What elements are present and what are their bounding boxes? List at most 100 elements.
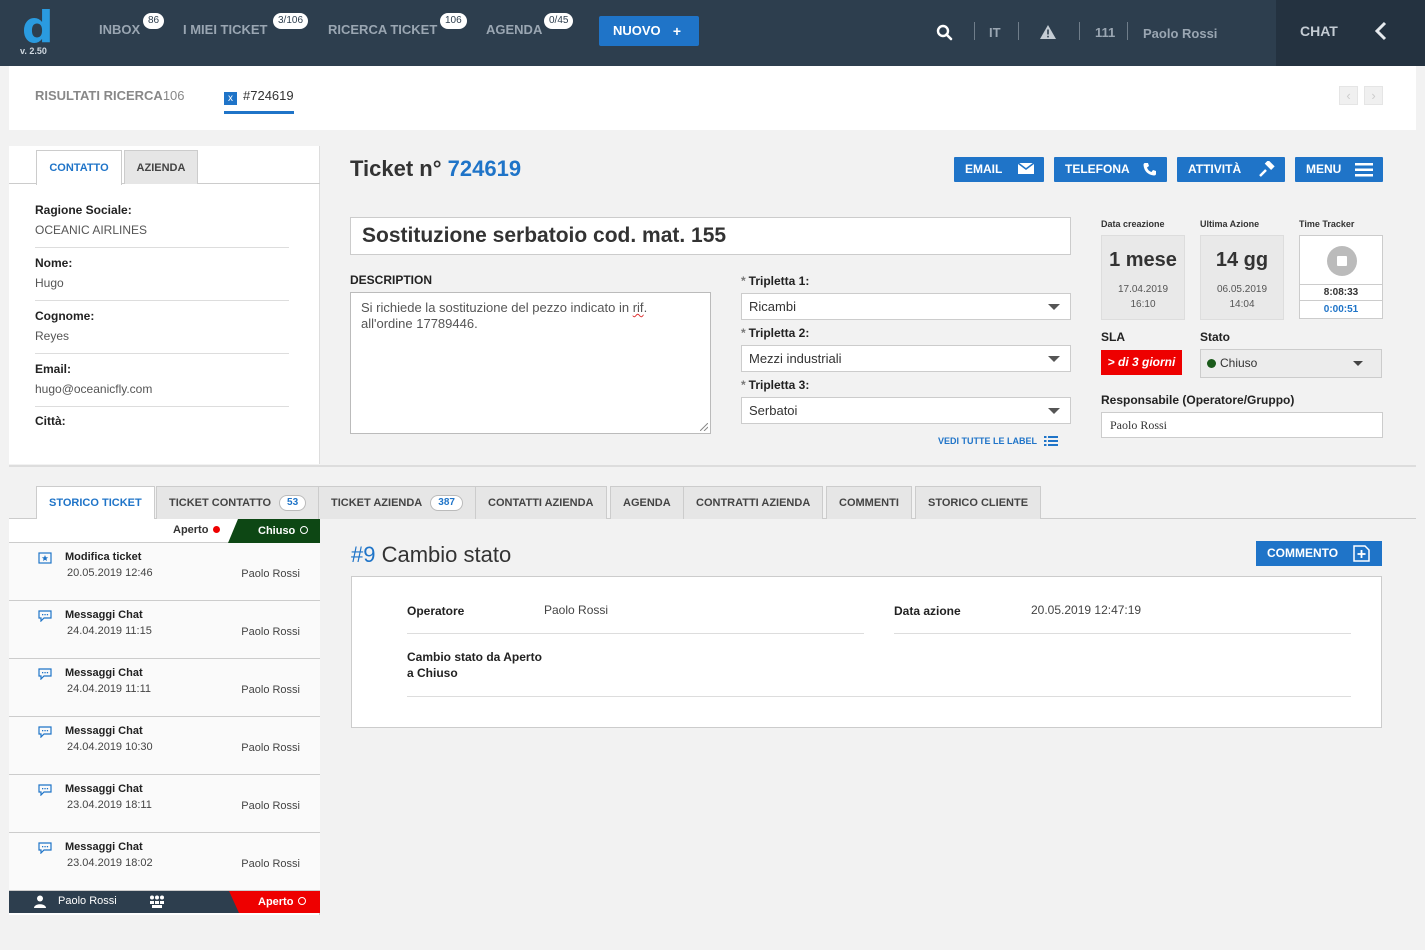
select-value: Serbatoi	[749, 403, 798, 418]
triplet-2-select[interactable]: Mezzi industriali	[741, 345, 1071, 372]
history-item[interactable]: Messaggi Chat 24.04.2019 11:15 Paolo Ros…	[9, 601, 320, 659]
topbar-divider	[1127, 22, 1128, 40]
resize-handle-icon[interactable]	[700, 423, 708, 431]
add-comment-button[interactable]: COMMENTO	[1256, 541, 1382, 566]
field-label: Ragione Sociale:	[35, 203, 132, 217]
history-list: Aperto Chiuso Modifica ticket 20.05.2019…	[9, 519, 320, 915]
description-text: Si richiede la sostituzione del pezzo in…	[361, 300, 633, 315]
subject-input[interactable]: Sostituzione serbatoio cod. mat. 155	[350, 217, 1071, 255]
history-date: 24.04.2019 10:30	[67, 741, 153, 753]
history-user: Paolo Rossi	[241, 858, 300, 870]
tab-contatti-azienda[interactable]: CONTATTI AZIENDA	[475, 486, 607, 519]
status-change-text: Cambio stato da Aperto a Chiuso	[407, 649, 542, 681]
status-select[interactable]: Chiuso	[1200, 349, 1382, 378]
required-mark: *	[741, 378, 746, 392]
chat-icon	[38, 842, 52, 854]
history-footer: Paolo Rossi Aperto	[9, 891, 320, 913]
required-mark: *	[741, 326, 746, 340]
tab-commenti[interactable]: COMMENTI	[826, 486, 912, 519]
phone-button[interactable]: TELEFONA	[1054, 157, 1167, 182]
new-button-label: NUOVO	[613, 23, 661, 38]
extension-number: 111	[1095, 25, 1116, 40]
new-button[interactable]: NUOVO +	[599, 16, 699, 46]
status-dot-icon	[1207, 359, 1216, 368]
history-item[interactable]: Messaggi Chat 24.04.2019 10:30 Paolo Ros…	[9, 717, 320, 775]
chevron-left-icon[interactable]	[1375, 21, 1387, 41]
tab-azienda[interactable]: AZIENDA	[124, 150, 198, 184]
warning-icon[interactable]	[1040, 25, 1056, 39]
footer-status: Aperto	[229, 891, 320, 913]
triplet-3-select[interactable]: Serbatoi	[741, 397, 1071, 424]
status-change-line1: Cambio stato da Aperto	[407, 650, 542, 664]
activity-button[interactable]: ATTIVITÀ	[1177, 157, 1285, 182]
field-city: Città:	[35, 414, 289, 444]
phone-icon	[1143, 162, 1157, 176]
history-item[interactable]: Messaggi Chat 23.04.2019 18:11 Paolo Ros…	[9, 775, 320, 833]
tab-label: TICKET AZIENDA	[331, 497, 423, 509]
contact-tabs: CONTATTO AZIENDA	[9, 146, 320, 185]
ticket-number: 724619	[447, 156, 522, 181]
history-title: Messaggi Chat	[65, 609, 143, 621]
history-title: Messaggi Chat	[65, 725, 143, 737]
topbar-divider	[1079, 22, 1080, 40]
menu-button[interactable]: MENU	[1295, 157, 1383, 182]
sla-badge: > di 3 giorni	[1101, 350, 1182, 375]
tracker-label: Time Tracker	[1299, 219, 1355, 229]
circle-icon	[298, 897, 307, 905]
field-first-name: Nome: Hugo	[35, 256, 289, 301]
contact-panel: CONTATTO AZIENDA Ragione Sociale: OCEANI…	[9, 146, 320, 464]
nav-inbox[interactable]: INBOX	[99, 22, 140, 37]
history-item[interactable]: Messaggi Chat 24.04.2019 11:11 Paolo Ros…	[9, 659, 320, 717]
triplet-3-label: * Tripletta 3:	[741, 378, 809, 392]
owner-input[interactable]: Paolo Rossi	[1101, 412, 1383, 438]
divider	[407, 696, 1351, 697]
topbar-divider	[974, 22, 975, 40]
tab-ticket-contatto[interactable]: TICKET CONTATTO 53	[156, 486, 320, 519]
triplet-1-select[interactable]: Ricambi	[741, 293, 1071, 320]
activity-button-label: ATTIVITÀ	[1188, 162, 1242, 176]
topbar-divider	[1018, 22, 1019, 40]
history-title: Messaggi Chat	[65, 841, 143, 853]
app-logo[interactable]: d v. 2.50	[18, 2, 58, 58]
see-all-labels-link[interactable]: VEDI TUTTE LE LABEL	[938, 435, 1059, 447]
created-label: Data creazione	[1101, 219, 1165, 229]
operator-label: Operatore	[407, 604, 465, 618]
language-selector[interactable]: IT	[989, 25, 1001, 40]
ticket-tab[interactable]: x #724619	[224, 88, 294, 114]
prev-tab-button[interactable]: ‹	[1339, 86, 1358, 105]
current-user[interactable]: Paolo Rossi	[1143, 26, 1217, 41]
tab-contratti-azienda[interactable]: CONTRATTI AZIENDA	[683, 486, 824, 519]
tab-storico-cliente[interactable]: STORICO CLIENTE	[915, 486, 1042, 519]
chat-panel-toggle[interactable]: CHAT	[1276, 0, 1425, 66]
tab-count-badge: 387	[430, 495, 463, 511]
tab-contatto[interactable]: CONTATTO	[36, 150, 122, 185]
tab-ticket-azienda[interactable]: TICKET AZIENDA 387	[318, 486, 476, 519]
stop-icon[interactable]	[1327, 246, 1357, 276]
history-item[interactable]: Messaggi Chat 23.04.2019 18:02 Paolo Ros…	[9, 833, 320, 891]
field-label: Città:	[35, 414, 66, 428]
event-title: #9 Cambio stato	[351, 542, 511, 568]
nav-agenda[interactable]: AGENDA	[486, 22, 542, 37]
field-label: Cognome:	[35, 309, 95, 323]
triplet-1-label: * Tripletta 1:	[741, 274, 809, 288]
star-icon	[38, 552, 52, 564]
description-textarea[interactable]: Si richiede la sostituzione del pezzo in…	[350, 292, 711, 434]
tab-storico-ticket[interactable]: STORICO TICKET	[36, 486, 155, 520]
tab-agenda[interactable]: AGENDA	[610, 486, 684, 519]
next-tab-button[interactable]: ›	[1364, 86, 1383, 105]
tracker-total: 8:08:33	[1300, 284, 1382, 301]
tab-label: CONTRATTI AZIENDA	[696, 497, 811, 509]
close-tab-icon[interactable]: x	[224, 92, 237, 105]
select-value: Ricambi	[749, 299, 796, 314]
nav-my-tickets[interactable]: I MIEI TICKET	[183, 22, 268, 37]
hammer-icon	[1259, 161, 1275, 177]
triplet-label-text: Tripletta 1:	[748, 274, 810, 288]
history-item[interactable]: Modifica ticket 20.05.2019 12:46 Paolo R…	[9, 543, 320, 601]
chevron-down-icon	[1048, 356, 1060, 362]
nav-search-tickets[interactable]: RICERCA TICKET	[328, 22, 437, 37]
email-button[interactable]: EMAIL	[954, 157, 1044, 182]
status-from: Aperto	[173, 524, 221, 536]
search-results-tab[interactable]: RISULTATI RICERCA106	[35, 88, 185, 103]
search-icon[interactable]	[936, 24, 953, 41]
history-title: Messaggi Chat	[65, 783, 143, 795]
